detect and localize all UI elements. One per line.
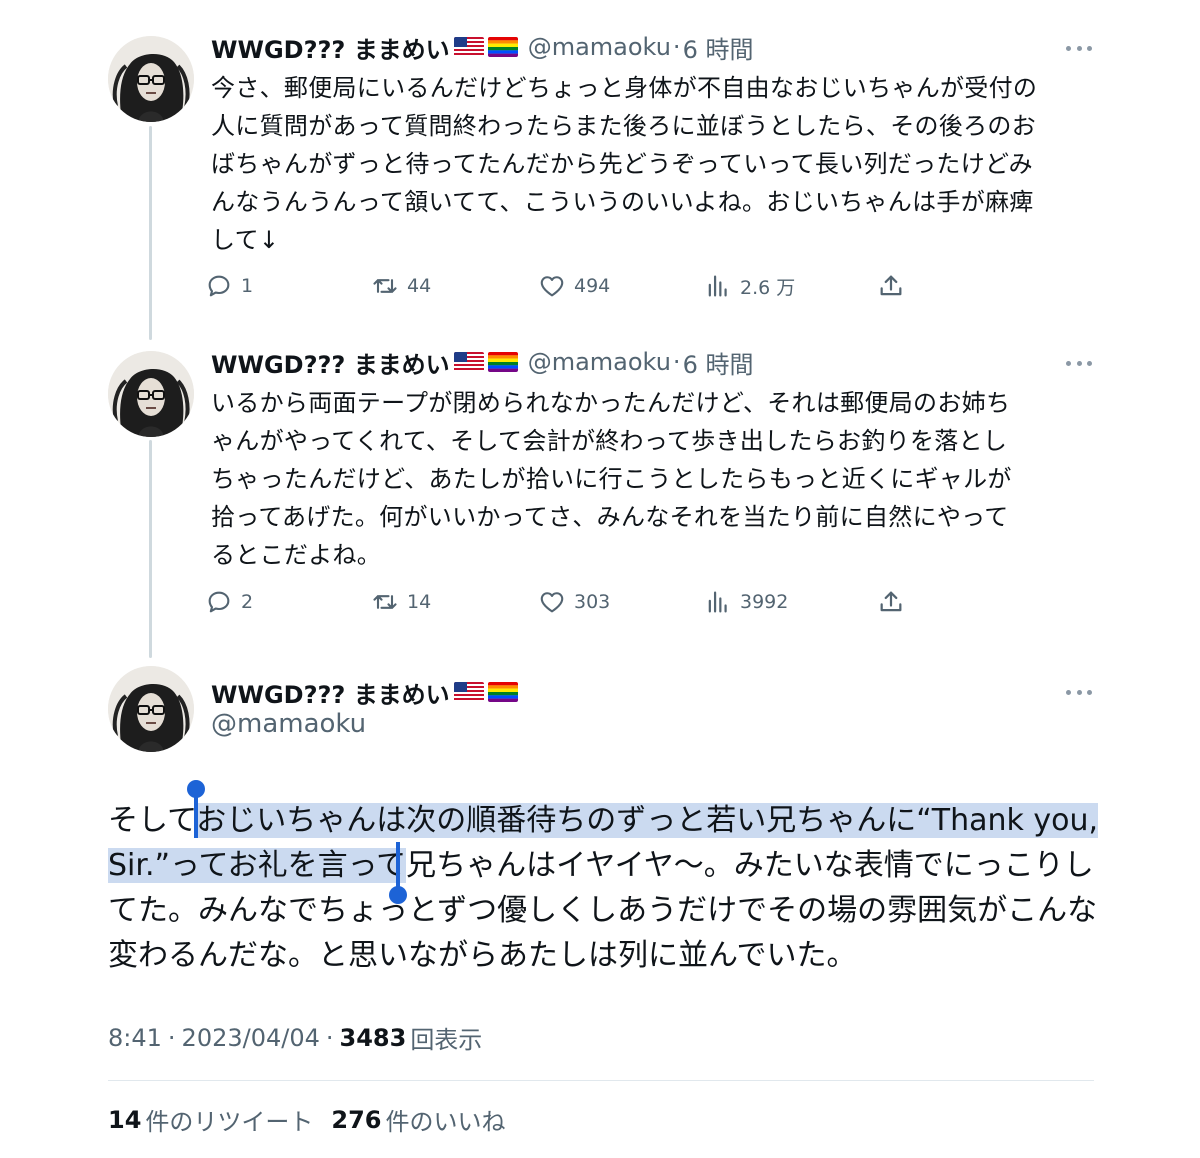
like-total-label[interactable]: 件のいいね: [386, 1102, 506, 1137]
selection-start-caret: [194, 792, 198, 838]
avatar-image: [108, 36, 194, 122]
views-button[interactable]: 2.6 万: [704, 269, 795, 303]
views-icon: [708, 275, 727, 297]
main-text-line: そしておじいちゃんは次の順番待ちのずっと若い兄ちゃんに“Thank you,: [108, 798, 1099, 843]
tweet-actions: 1 44 494 2.6 万: [205, 269, 925, 303]
tweet-text-line: 人に質問があって質問終わったらまた後ろに並ぼうとしたら、その後ろのお: [211, 112, 1036, 140]
tweet-time[interactable]: 6 時間: [683, 345, 754, 380]
reply-button[interactable]: 1: [205, 269, 253, 303]
share-button[interactable]: [877, 585, 905, 619]
tweet-text-line: ゃんがやってくれて、そして会計が終わって歩き出したらお釣りを落とし: [211, 427, 1008, 455]
retweet-total-label[interactable]: 件のリツイート: [145, 1102, 313, 1137]
separator-dot: ·: [672, 33, 681, 61]
thread-line: [149, 440, 152, 658]
tweet-header: WWGD??? ままめい @mamaoku · 6 時間: [211, 345, 753, 379]
retweet-count: 14: [407, 591, 432, 613]
selected-text: おじいちゃんは次の順番待ちのずっと若い兄ちゃんに“Thank you,: [196, 803, 1099, 838]
separator-dot: ·: [325, 1023, 334, 1052]
engagement-stats: 14 件のリツイート 276 件のいいね: [108, 1102, 524, 1137]
author-handle[interactable]: @mamaoku: [211, 709, 366, 739]
rainbow-flag-icon: [487, 352, 518, 372]
avatar-image: [108, 666, 194, 752]
main-tweet-text[interactable]: そしておじいちゃんは次の順番待ちのずっと若い兄ちゃんに“Thank you, S…: [108, 798, 1099, 978]
tweet-date[interactable]: 2023/04/04: [182, 1024, 320, 1052]
like-button[interactable]: 494: [538, 269, 610, 303]
separator-dot: ·: [167, 1023, 176, 1052]
share-icon: [880, 591, 902, 612]
tweet-time[interactable]: 8:41: [108, 1024, 162, 1052]
text-before-selection: そして: [108, 803, 197, 838]
view-label: 回表示: [410, 1026, 483, 1054]
tweet-text-line: んなうんうんって頷いてて、こういうのいいよね。おじいちゃんは手が麻痺: [211, 188, 1034, 216]
heart-icon: [540, 276, 564, 297]
retweet-button[interactable]: 14: [371, 585, 431, 619]
retweet-total[interactable]: 14: [108, 1106, 141, 1134]
main-text-line: Sir.”ってお礼を言って兄ちゃんはイヤイヤ〜。みたいな表情でにっこりし: [108, 843, 1098, 888]
tweet-text-line: 拾ってあげた。何がいいかってさ、みんなそれを当たり前に自然にやって: [211, 503, 1009, 531]
author-name[interactable]: WWGD??? ままめい: [211, 675, 450, 710]
tweet-time[interactable]: 6 時間: [683, 30, 754, 65]
reply-count: 1: [241, 275, 254, 297]
tweet-meta: 8:41 · 2023/04/04 · 3483 回表示: [108, 1020, 482, 1055]
views-button[interactable]: 3992: [704, 585, 788, 619]
share-button[interactable]: [877, 269, 905, 303]
us-flag-icon: [453, 352, 484, 372]
main-tweet-header: WWGD??? ままめい: [211, 674, 518, 710]
retweet-icon: [373, 279, 397, 293]
tweet-actions: 2 14 303 3992: [205, 585, 925, 619]
like-total[interactable]: 276: [331, 1106, 381, 1134]
views-icon: [708, 591, 727, 613]
retweet-button[interactable]: 44: [371, 269, 431, 303]
avatar[interactable]: [108, 36, 194, 122]
author-handle[interactable]: @mamaoku: [528, 348, 671, 376]
tweet-text-line: して↓: [211, 226, 280, 254]
rainbow-flag-icon: [487, 37, 518, 57]
selection-end-handle[interactable]: [389, 886, 407, 904]
rainbow-flag-icon: [487, 682, 518, 702]
reply-icon: [208, 591, 230, 613]
reply-count: 2: [241, 591, 254, 613]
retweet-icon: [373, 595, 397, 609]
us-flag-icon: [453, 37, 484, 57]
like-count: 303: [574, 591, 611, 613]
view-count: 3483: [339, 1023, 407, 1052]
main-text-line: 変わるんだな。と思いながらあたしは列に並んでいた。: [108, 938, 857, 973]
author-handle[interactable]: @mamaoku: [528, 33, 671, 61]
more-icon[interactable]: [1066, 682, 1092, 702]
author-name[interactable]: WWGD??? ままめい: [211, 30, 450, 65]
like-button[interactable]: 303: [538, 585, 610, 619]
avatar[interactable]: [108, 351, 194, 437]
like-count: 494: [574, 275, 611, 297]
retweet-count: 44: [407, 275, 432, 297]
thread-line: [149, 126, 152, 340]
separator-dot: ·: [672, 348, 681, 376]
tweet-text-line: 今さ、郵便局にいるんだけどちょっと身体が不自由なおじいちゃんが受付の: [211, 74, 1038, 102]
selection-end-caret: [396, 842, 400, 890]
tweet-text-line: るとこだよね。: [211, 541, 382, 569]
heart-icon: [540, 592, 564, 613]
tweet-text: 今さ、郵便局にいるんだけどちょっと身体が不自由なおじいちゃんが受付の 人に質問が…: [211, 69, 1106, 259]
reply-button[interactable]: 2: [205, 585, 253, 619]
views-count: 3992: [740, 591, 789, 613]
more-icon[interactable]: [1066, 38, 1092, 58]
more-icon[interactable]: [1066, 353, 1092, 373]
divider: [108, 1080, 1094, 1081]
tweet-text-line: いるから両面テープが閉められなかったんだけど、それは郵便局のお姉ち: [211, 389, 1011, 417]
tweet-text: いるから両面テープが閉められなかったんだけど、それは郵便局のお姉ち ゃんがやって…: [211, 384, 1106, 574]
main-text-line: てた。みんなでちょっとずつ優しくしあうだけでその場の雰囲気がこんな: [108, 893, 1098, 928]
us-flag-icon: [453, 682, 484, 702]
tweet-text-line: ちゃったんだけど、あたしが拾いに行こうとしたらもっと近くにギャルが: [211, 465, 1012, 493]
share-icon: [880, 275, 902, 296]
views-count: 2.6 万: [740, 276, 796, 299]
avatar-image: [108, 351, 194, 437]
tweet-text-line: ばちゃんがずっと待ってたんだから先どうぞっていって長い列だったけどみ: [211, 150, 1033, 178]
reply-icon: [208, 275, 230, 297]
author-name[interactable]: WWGD??? ままめい: [211, 345, 450, 380]
tweet-header: WWGD??? ままめい @mamaoku · 6 時間: [211, 30, 753, 64]
text-after-selection: 兄ちゃんはイヤイヤ〜。みたいな表情でにっこりし: [406, 848, 1094, 883]
avatar[interactable]: [108, 666, 194, 752]
selected-text: Sir.”ってお礼を言って: [108, 848, 407, 883]
